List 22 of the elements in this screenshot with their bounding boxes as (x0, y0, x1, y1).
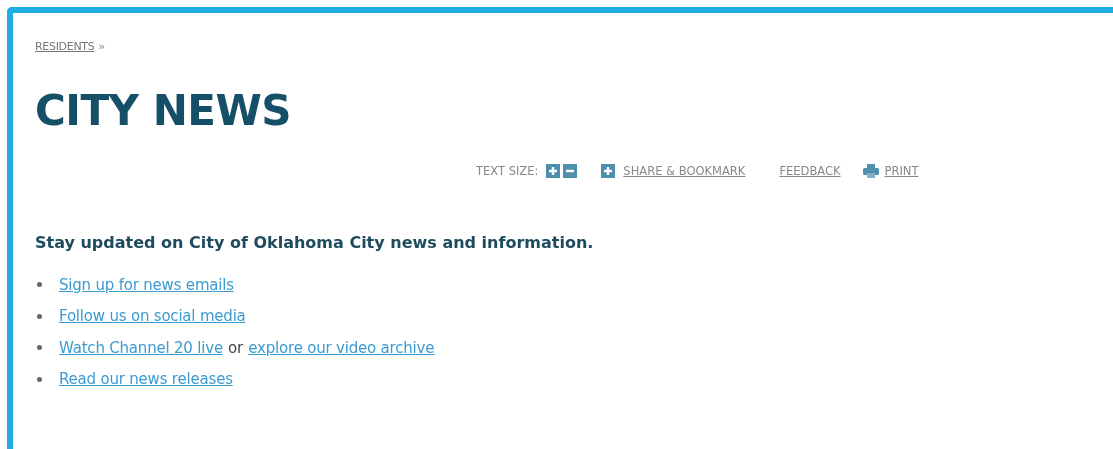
text-size-label: TEXT SIZE: (476, 164, 539, 178)
intro-heading: Stay updated on City of Oklahoma City news and information. (35, 233, 595, 252)
bullet-icon (37, 313, 42, 319)
breadcrumb-separator: » (98, 40, 106, 53)
increase-text-icon[interactable] (546, 164, 561, 178)
bullet-icon (37, 345, 42, 351)
bullet-icon (37, 282, 42, 288)
list-link[interactable]: explore our video archive (248, 338, 435, 357)
plus-icon (601, 164, 616, 178)
print-link[interactable]: PRINT (884, 164, 919, 178)
breadcrumb-link[interactable]: RESIDENTS (35, 40, 95, 53)
list-link[interactable]: Read our news releases (59, 370, 233, 389)
printer-icon (862, 164, 879, 178)
list-link[interactable]: Watch Channel 20 live (59, 338, 223, 357)
share-bookmark-link[interactable]: SHARE & BOOKMARK (623, 164, 746, 178)
connector-text: or (227, 338, 244, 357)
decrease-text-icon[interactable] (563, 164, 578, 178)
bullet-icon (37, 376, 42, 382)
list-link[interactable]: Sign up for news emails (59, 275, 234, 294)
feedback-link[interactable]: FEEDBACK (779, 164, 841, 178)
list-link[interactable]: Follow us on social media (59, 307, 246, 326)
page-title: CITY NEWS (35, 85, 293, 137)
